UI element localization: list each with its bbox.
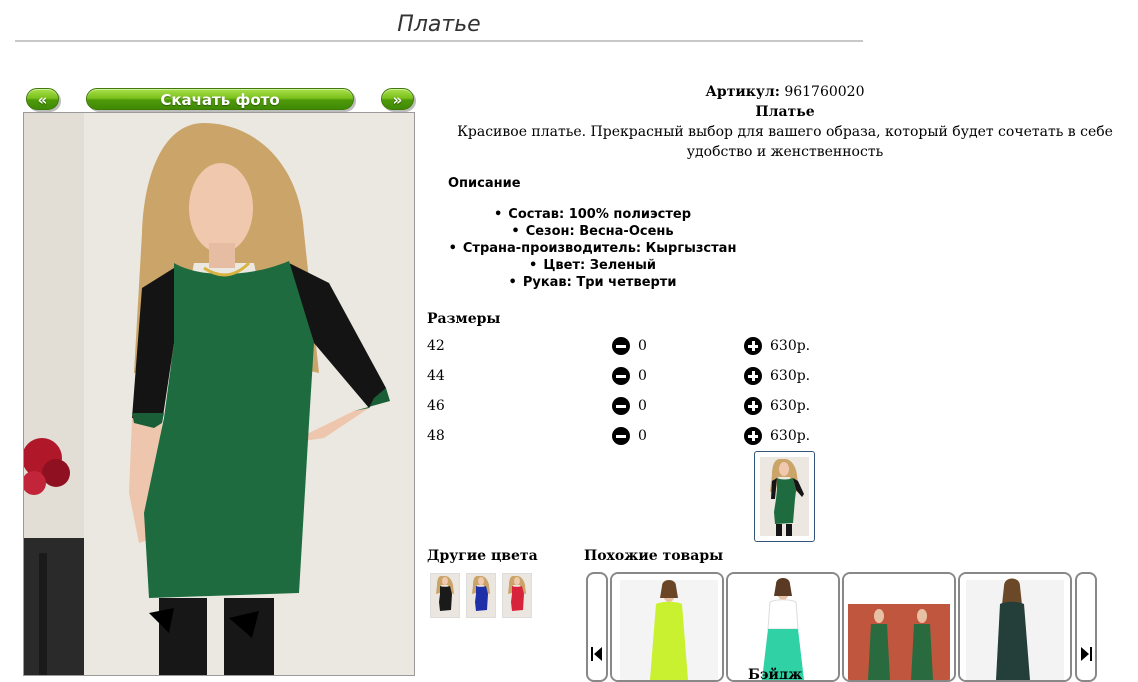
spec-item: Страна-производитель: Кыргызстан [420,240,765,257]
main-product-photo [23,112,415,676]
plus-circle-icon[interactable] [744,427,762,445]
spec-item: Рукав: Три четверти [420,274,765,291]
product-name: Платье [755,104,815,120]
skip-forward-icon [1081,647,1092,661]
product-description: Красивое платье. Прекрасный выбор для ва… [457,124,1113,160]
description-heading: Описание [448,176,521,191]
price-value: 630р. [770,368,811,384]
size-row: 44 0 630р. [427,366,827,386]
sku-label: Артикул: [705,84,780,100]
price-value: 630р. [770,428,811,444]
other-colors-heading: Другие цвета [427,548,538,564]
spec-item: Цвет: Зеленый [420,257,765,274]
similar-product-card[interactable] [842,572,956,682]
product-info: Артикул: 961760020 Платье Красивое плать… [447,82,1123,162]
spec-item: Состав: 100% полиэстер [420,206,765,223]
minus-circle-icon[interactable] [612,427,630,445]
color-variant-thumbnail[interactable] [466,573,496,618]
color-variant-thumbnail[interactable] [430,573,460,618]
similar-product-card[interactable] [610,572,724,682]
quantity-value: 0 [638,428,647,444]
next-photo-button[interactable]: » [381,88,414,110]
minus-circle-icon[interactable] [612,397,630,415]
minus-circle-icon[interactable] [612,367,630,385]
plus-circle-icon[interactable] [744,337,762,355]
size-label: 46 [427,398,445,414]
plus-circle-icon[interactable] [744,397,762,415]
similar-product-card[interactable] [726,572,840,682]
size-label: 44 [427,368,445,384]
spec-item: Сезон: Весна-Осень [420,223,765,240]
sizes-heading: Размеры [427,311,501,327]
plus-circle-icon[interactable] [744,367,762,385]
color-variant-thumbnail[interactable] [502,573,532,618]
page-title: Платье [15,8,863,42]
download-photo-button[interactable]: Скачать фото [86,88,354,110]
carousel-next-button[interactable] [1075,572,1097,682]
price-value: 630р. [770,398,811,414]
selected-thumbnail[interactable] [754,451,815,542]
size-row: 42 0 630р. [427,336,827,356]
price-value: 630р. [770,338,811,354]
similar-products-heading: Похожие товары [584,548,724,564]
similar-product-card[interactable] [958,572,1072,682]
prev-photo-button[interactable]: « [26,88,59,110]
carousel-caption: Бэйдж [748,667,803,679]
quantity-value: 0 [638,338,647,354]
sku-value: 961760020 [784,84,865,100]
spec-list: Состав: 100% полиэстер Сезон: Весна-Осен… [420,206,765,291]
size-label: 48 [427,428,445,444]
quantity-value: 0 [638,368,647,384]
size-row: 48 0 630р. [427,426,827,446]
sku-line: Артикул: 961760020 [447,82,1123,102]
skip-back-icon [591,647,602,661]
minus-circle-icon[interactable] [612,337,630,355]
carousel-prev-button[interactable] [586,572,608,682]
size-label: 42 [427,338,445,354]
size-row: 46 0 630р. [427,396,827,416]
quantity-value: 0 [638,398,647,414]
